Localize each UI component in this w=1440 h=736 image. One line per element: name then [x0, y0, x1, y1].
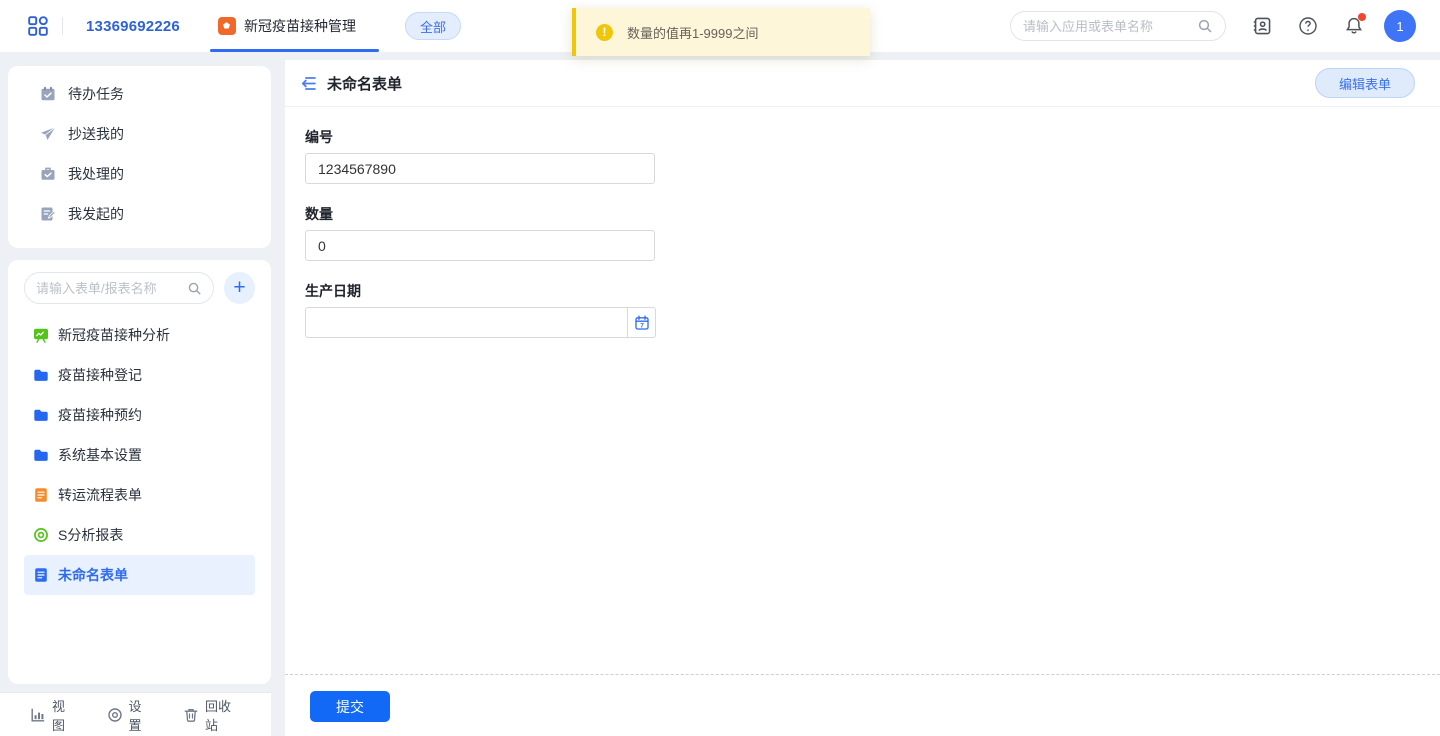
- add-form-button[interactable]: +: [224, 272, 255, 304]
- sidebar-footer-label: 回收站: [205, 696, 237, 734]
- sidebar-footer-trash[interactable]: 回收站: [183, 696, 237, 734]
- sidebar-footer-label: 设置: [129, 696, 150, 734]
- sidebar-footer-label: 视图: [52, 696, 73, 734]
- sidebar-form-label: 疫苗接种预约: [58, 405, 142, 425]
- sidebar-form-item[interactable]: 未命名表单: [24, 555, 255, 595]
- contacts-icon[interactable]: [1252, 16, 1272, 36]
- number-input[interactable]: [305, 153, 655, 184]
- sidebar-task-label: 待办任务: [68, 84, 124, 104]
- sidebar-footer-settings[interactable]: 设置: [107, 696, 150, 734]
- user-phone-number[interactable]: 13369692226: [86, 18, 180, 35]
- search-icon: [187, 281, 202, 296]
- doc-edit-icon: [40, 206, 56, 222]
- sidebar-task-label: 我处理的: [68, 164, 124, 184]
- toast-message: 数量的值再1-9999之间: [627, 23, 758, 42]
- app-icon: [218, 17, 236, 35]
- sidebar-form-item[interactable]: 疫苗接种预约: [24, 395, 255, 435]
- sidebar-form-label: S分析报表: [58, 525, 123, 545]
- quantity-input[interactable]: [305, 230, 655, 261]
- footer-divider: [285, 674, 1440, 675]
- field-label: 编号: [305, 127, 1440, 147]
- target-icon: [33, 527, 49, 543]
- form-search-input[interactable]: [36, 281, 187, 296]
- field-label: 生产日期: [305, 281, 1440, 301]
- edit-form-button[interactable]: 编辑表单: [1315, 68, 1415, 98]
- settings-icon: [107, 707, 123, 723]
- sidebar-task-item[interactable]: 待办任务: [8, 74, 271, 114]
- search-icon: [1197, 18, 1213, 34]
- sidebar-form-label: 未命名表单: [58, 565, 128, 585]
- form-search[interactable]: [24, 272, 214, 304]
- trash-icon: [183, 707, 199, 723]
- calendar-icon[interactable]: 7: [628, 307, 656, 338]
- sidebar-task-item[interactable]: 抄送我的: [8, 114, 271, 154]
- field-production-date: 生产日期 7: [305, 281, 1440, 338]
- divider: [62, 17, 63, 35]
- sidebar-form-item[interactable]: 系统基本设置: [24, 435, 255, 475]
- global-search-input[interactable]: [1023, 19, 1197, 34]
- field-label: 数量: [305, 204, 1440, 224]
- folder-icon: [33, 367, 49, 383]
- sidebar-form-label: 转运流程表单: [58, 485, 142, 505]
- sidebar-task-item[interactable]: 我处理的: [8, 154, 271, 194]
- sidebar-form-label: 疫苗接种登记: [58, 365, 142, 385]
- sidebar-forms-card: + 新冠疫苗接种分析疫苗接种登记疫苗接种预约系统基本设置转运流程表单 S分析报表未…: [8, 260, 271, 684]
- sidebar-task-label: 我发起的: [68, 204, 124, 224]
- folder-icon: [33, 447, 49, 463]
- sidebar-footer-bar-chart[interactable]: 视图: [30, 696, 73, 734]
- bar-chart-icon: [30, 707, 46, 723]
- sidebar-task-label: 抄送我的: [68, 124, 124, 144]
- doc-orange-icon: [33, 487, 49, 503]
- avatar[interactable]: 1: [1384, 10, 1416, 42]
- collapse-back-icon[interactable]: [298, 74, 317, 93]
- submit-button[interactable]: 提交: [310, 691, 390, 722]
- sidebar-footer: 视图 设置 回收站: [0, 692, 271, 736]
- field-number: 编号: [305, 127, 1440, 184]
- warning-icon: !: [596, 24, 613, 41]
- page-title: 未命名表单: [327, 73, 402, 94]
- tab-app-label: 新冠疫苗接种管理: [244, 16, 356, 36]
- filter-all-pill[interactable]: 全部: [405, 12, 461, 40]
- tab-active-underline: [210, 49, 379, 52]
- calendar-check-icon: [40, 86, 56, 102]
- sidebar-tasks-card: 待办任务抄送我的我处理的我发起的: [8, 66, 271, 248]
- doc-blue-icon: [33, 567, 49, 583]
- global-search[interactable]: [1010, 11, 1226, 41]
- main-panel: 未命名表单 编辑表单 编号 数量 生产日期 7: [285, 60, 1440, 736]
- sidebar-form-item[interactable]: 疫苗接种登记: [24, 355, 255, 395]
- sidebar-form-item[interactable]: 转运流程表单: [24, 475, 255, 515]
- production-date-input[interactable]: [305, 307, 628, 338]
- sidebar-form-item[interactable]: S分析报表: [24, 515, 255, 555]
- send-icon: [40, 126, 56, 142]
- validation-toast: ! 数量的值再1-9999之间: [572, 8, 870, 56]
- help-icon[interactable]: [1298, 16, 1318, 36]
- field-quantity: 数量: [305, 204, 1440, 261]
- sidebar-form-label: 新冠疫苗接种分析: [58, 325, 170, 345]
- notification-bell-icon[interactable]: [1344, 16, 1364, 37]
- chart-board-icon: [33, 327, 49, 343]
- case-check-icon: [40, 166, 56, 182]
- form-body: 编号 数量 生产日期 7: [285, 107, 1440, 338]
- sidebar-form-label: 系统基本设置: [58, 445, 142, 465]
- notification-badge: [1358, 13, 1366, 21]
- app-launcher-icon[interactable]: [28, 16, 48, 36]
- tab-app-current[interactable]: 新冠疫苗接种管理: [210, 0, 379, 52]
- sidebar-task-item[interactable]: 我发起的: [8, 194, 271, 234]
- sidebar-form-item[interactable]: 新冠疫苗接种分析: [24, 315, 255, 355]
- folder-icon: [33, 407, 49, 423]
- main-header: 未命名表单 编辑表单: [285, 60, 1440, 107]
- svg-text:7: 7: [640, 322, 644, 329]
